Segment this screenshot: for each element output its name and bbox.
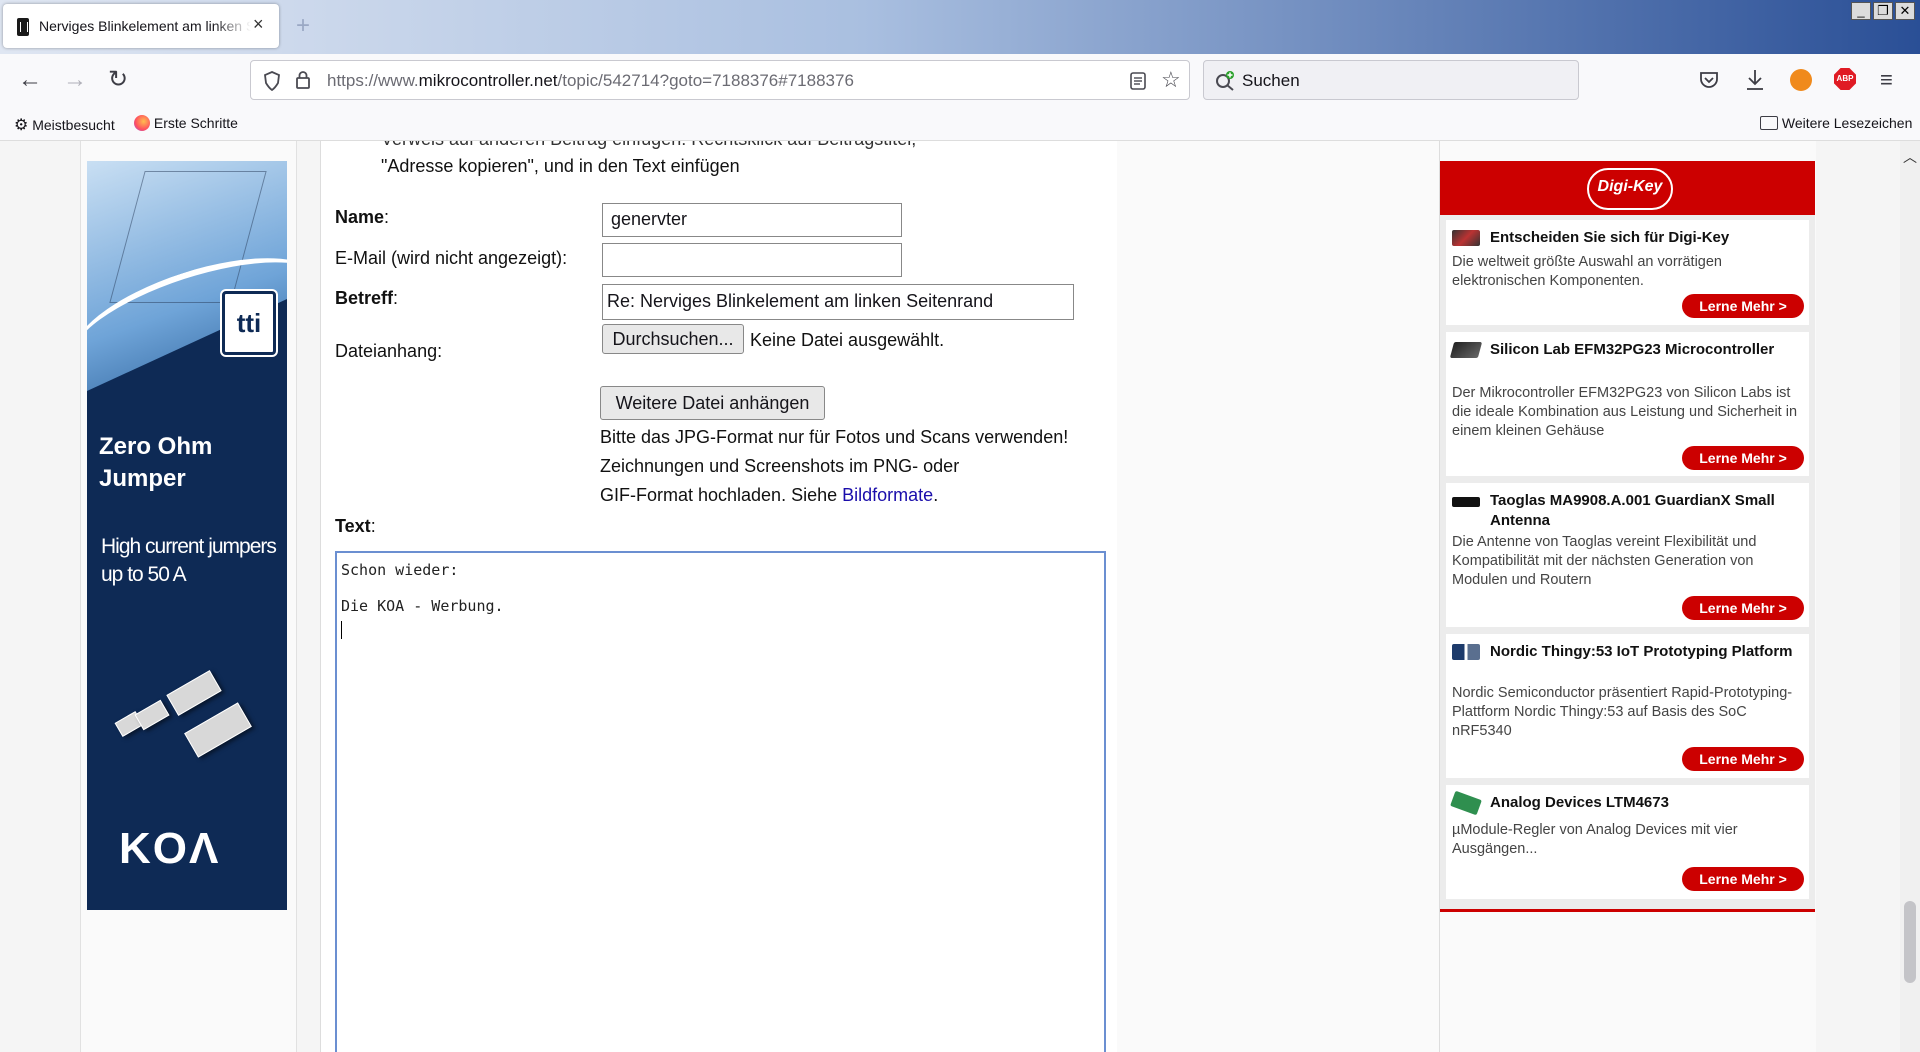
name-label: Name: [335,207,390,227]
firefox-icon [134,115,150,131]
learn-more-button[interactable]: Lerne Mehr > [1682,596,1804,620]
new-tab-icon[interactable]: + [296,12,310,40]
adblock-plus-icon[interactable]: ABP [1834,68,1856,90]
back-icon[interactable]: ← [18,68,42,92]
product-thumbnail [1452,644,1480,660]
hint-text: Verweis auf anderen Beitrag einfügen: Re… [381,141,916,150]
product-thumbnail [1452,230,1480,246]
format-note: Zeichnungen und Screenshots im PNG- oder [600,456,960,476]
scroll-up-icon[interactable]: ︿ [1903,147,1917,167]
email-label: E-Mail (wird nicht angezeigt): [335,248,568,268]
minimize-button[interactable]: _ [1851,2,1871,20]
scrollbar-thumb[interactable] [1904,901,1916,983]
tti-logo: tti [222,291,276,355]
ad-card[interactable]: Silicon Lab EFM32PG23 Microcontroller De… [1446,332,1809,476]
site-favicon-icon [17,18,29,36]
ad-card-title: Nordic Thingy:53 IoT Prototyping Platfor… [1490,643,1793,660]
koa-advertisement[interactable]: tti Zero Ohm Jumper High current jumpers… [87,161,287,910]
bookmarks-toolbar: ⚙ Meistbesucht Erste Schritte Weitere Le… [0,108,1920,141]
koa-logo: KOΛ [119,824,221,873]
jumper-chip-image [184,702,252,758]
pocket-icon[interactable] [1698,69,1720,91]
subject-label: Betreff: [335,288,399,308]
ad-card-title: Analog Devices LTM4673 [1490,794,1669,811]
gear-icon: ⚙ [14,117,29,134]
url-text[interactable]: https://www.mikrocontroller.net/topic/54… [327,71,854,91]
shield-icon[interactable] [263,71,281,91]
extension-icon[interactable] [1790,69,1812,91]
folder-icon [1760,116,1778,130]
close-window-button[interactable]: ✕ [1895,2,1915,20]
product-thumbnail [1452,497,1480,507]
format-note: Bitte das JPG-Format nur für Fotos und S… [600,427,1069,447]
navigation-toolbar: ← → ↻ https://www.mikrocontroller.net/to… [0,54,1920,108]
jumper-chip-image [166,670,222,716]
image-formats-link[interactable]: Bildformate [842,485,933,505]
browse-button[interactable]: Durchsuchen... [602,324,744,354]
url-bar[interactable]: https://www.mikrocontroller.net/topic/54… [250,60,1190,100]
bookmark-star-icon[interactable]: ☆ [1161,67,1181,93]
ad-card-title: Silicon Lab EFM32PG23 Microcontroller [1490,341,1775,358]
search-bar[interactable]: Suchen [1203,60,1579,100]
ad-card[interactable]: Analog Devices LTM4673 µModule-Regler vo… [1446,785,1809,899]
learn-more-button[interactable]: Lerne Mehr > [1682,294,1804,318]
ad-headline: Zero Ohm Jumper [99,433,213,492]
digikey-advertisement[interactable]: Digi-Key Entscheiden Sie sich für Digi-K… [1440,161,1815,912]
download-icon[interactable] [1744,68,1766,92]
active-tab[interactable]: Nerviges Blinkelement am linken Seitenra… [3,4,279,48]
page-gutter [1117,141,1439,1052]
name-input[interactable]: genervter [602,203,902,237]
ad-card-desc: Nordic Semiconductor präsentiert Rapid-P… [1452,685,1793,739]
tab-close-icon[interactable]: × [253,14,264,35]
text-label: Text: [335,516,376,536]
subject-input[interactable]: Re: Nerviges Blinkelement am linken Seit… [602,284,1074,320]
hint-text: "Adresse kopieren", und in den Text einf… [381,156,740,176]
page-content: tti Zero Ohm Jumper High current jumpers… [0,141,1900,1052]
learn-more-button[interactable]: Lerne Mehr > [1682,747,1804,771]
text-cursor [341,621,342,639]
format-note: GIF-Format hochladen. Siehe Bildformate. [600,485,939,505]
reload-icon[interactable]: ↻ [108,68,128,92]
attachment-label: Dateianhang: [335,341,443,361]
tab-title: Nerviges Blinkelement am linken Seitenra… [39,18,251,34]
ad-subheadline: High current jumpers up to 50 A [101,535,277,586]
page-scrollbar[interactable]: ︿ [1900,141,1920,1052]
maximize-button[interactable]: ❐ [1873,2,1893,20]
text-line: Die KOA - Werbung. [341,597,504,615]
ad-card-title: Entscheiden Sie sich für Digi-Key [1490,229,1730,246]
bookmark-most-visited[interactable]: ⚙ Meistbesucht [14,115,115,135]
text-line: Schon wieder: [341,561,459,579]
ad-card[interactable]: Taoglas MA9908.A.001 GuardianX Small Ant… [1446,483,1809,627]
learn-more-button[interactable]: Lerne Mehr > [1682,446,1804,470]
reply-form: Verweis auf anderen Beitrag einfügen: Re… [320,141,1118,1052]
add-file-button[interactable]: Weitere Datei anhängen [600,386,825,420]
menu-icon[interactable]: ≡ [1880,68,1893,92]
bookmark-first-steps[interactable]: Erste Schritte [134,115,238,131]
ad-card-desc: µModule-Regler von Analog Devices mit vi… [1452,822,1738,857]
product-thumbnail [1449,342,1483,358]
ad-card-desc: Der Mikrocontroller EFM32PG23 von Silico… [1452,385,1798,439]
search-icon [1216,71,1234,91]
reader-view-icon[interactable] [1129,71,1147,91]
lock-icon[interactable] [295,70,311,90]
ad-card[interactable]: Nordic Thingy:53 IoT Prototyping Platfor… [1446,634,1809,778]
ad-card-desc: Die Antenne von Taoglas vereint Flexibil… [1452,534,1757,588]
search-placeholder: Suchen [1242,71,1300,90]
ad-card-title: Taoglas MA9908.A.001 GuardianX Small Ant… [1490,492,1775,529]
digikey-logo: Digi-Key [1587,168,1673,210]
product-thumbnail [1450,790,1482,816]
email-input[interactable] [602,243,902,277]
no-file-text: Keine Datei ausgewählt. [750,330,945,350]
title-bar: Nerviges Blinkelement am linken Seitenra… [0,0,1920,54]
other-bookmarks[interactable]: Weitere Lesezeichen [1760,115,1912,131]
learn-more-button[interactable]: Lerne Mehr > [1682,867,1804,891]
message-textarea[interactable]: Schon wieder: Die KOA - Werbung. [335,551,1106,1052]
ad-header: Digi-Key [1440,161,1815,215]
ad-card[interactable]: Entscheiden Sie sich für Digi-Key Die we… [1446,220,1809,325]
ad-card-desc: Die weltweit größte Auswahl an vorrätige… [1452,254,1722,289]
forward-icon[interactable]: → [63,68,87,92]
